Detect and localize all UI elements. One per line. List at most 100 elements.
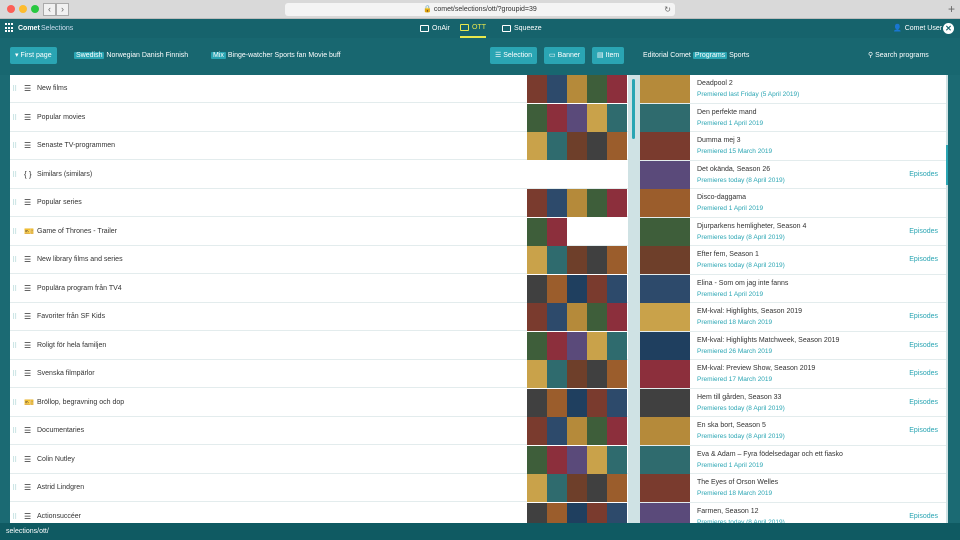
program-row[interactable]: En ska bort, Season 5 Premieres today (8 … [640, 417, 946, 446]
filter-comet[interactable]: Comet [670, 52, 691, 59]
tab-onair[interactable]: OnAir [420, 19, 450, 38]
filter-programs[interactable]: Programs [692, 52, 728, 59]
item-button[interactable]: ▤ Item [592, 47, 625, 64]
lang-finnish[interactable]: Finnish [166, 52, 189, 59]
minimize-window-button[interactable] [19, 5, 27, 13]
episodes-link[interactable]: Episodes [909, 513, 938, 520]
drag-handle-icon[interactable]: ⠿ [12, 114, 17, 122]
forward-icon[interactable]: › [56, 3, 69, 16]
drag-handle-icon[interactable]: ⠿ [12, 199, 17, 207]
program-row[interactable]: Det okända, Season 26 Premieres today (8 … [640, 160, 946, 189]
episodes-link[interactable]: Episodes [909, 313, 938, 320]
drag-handle-icon[interactable]: ⠿ [12, 484, 17, 492]
program-row[interactable]: Hem till gården, Season 33 Premieres toda… [640, 388, 946, 417]
selection-row[interactable]: ⠿ ☰ Astrid Lindgren [10, 474, 628, 502]
lang-danish[interactable]: Danish [142, 52, 164, 59]
episodes-link[interactable]: Episodes [909, 427, 938, 434]
program-row[interactable]: Efter fem, Season 1 Premieres today (8 Ap… [640, 246, 946, 275]
search-programs[interactable]: ⚲ Search programs [868, 47, 929, 64]
episodes-link[interactable]: Episodes [909, 399, 938, 406]
program-date: Premiered 18 March 2019 [697, 319, 773, 326]
drag-handle-icon[interactable]: ⠿ [12, 456, 17, 464]
selection-row[interactable]: ⠿ ☰ Popular series [10, 189, 628, 217]
selection-scrollbar[interactable] [628, 75, 640, 525]
selection-row[interactable]: ⠿ ☰ Favoriter från SF Kids [10, 303, 628, 331]
selection-row[interactable]: ⠿ 🎫 Game of Thrones - Trailer [10, 217, 628, 246]
lang-norwegian[interactable]: Norwegian [106, 52, 139, 59]
drag-handle-icon[interactable]: ⠿ [12, 142, 17, 150]
new-tab-icon[interactable]: + [948, 2, 955, 16]
first-page-button[interactable]: ▾ First page [10, 47, 57, 64]
main-content: ⠿ ☰ New films ⠿ ☰ Popular movies ⠿ ☰ Senaste TV-… [10, 75, 948, 525]
program-row[interactable]: EM-kval: Highlights Matchweek, Season 20… [640, 331, 946, 360]
banner-button[interactable]: ▭ Banner [544, 47, 586, 64]
program-row[interactable]: Deadpool 2 Premiered last Friday (5 April… [640, 75, 946, 104]
poster-thumbnail [527, 217, 547, 246]
selection-row[interactable]: ⠿ ☰ New library films and series [10, 246, 628, 274]
selection-row[interactable]: ⠿ 🎫 Bröllop, begravning och dop [10, 388, 628, 417]
episodes-link[interactable]: Episodes [909, 171, 938, 178]
mode-mix[interactable]: Mix [211, 52, 226, 59]
poster-thumbnail [567, 103, 587, 132]
tab-squeeze[interactable]: Squeeze [502, 19, 542, 38]
mode-binge-watcher[interactable]: Binge-watcher [228, 52, 273, 59]
selection-row[interactable]: ⠿ ☰ Documentaries [10, 417, 628, 445]
drag-handle-icon[interactable]: ⠿ [12, 342, 17, 350]
episodes-link[interactable]: Episodes [909, 370, 938, 377]
program-row[interactable]: Djurparkens hemligheter, Season 4 Premier… [640, 217, 946, 246]
selection-row[interactable]: ⠿ ☰ Populära program från TV4 [10, 274, 628, 303]
selection-row[interactable]: ⠿ ☰ New films [10, 75, 628, 103]
program-thumbnail [640, 502, 690, 525]
episodes-link[interactable]: Episodes [909, 342, 938, 349]
poster-thumbnail [607, 445, 627, 474]
reload-icon[interactable]: ↻ [664, 3, 671, 16]
program-scrollbar[interactable] [946, 75, 948, 525]
close-icon[interactable]: ✕ [943, 23, 954, 34]
drag-handle-icon[interactable]: ⠿ [12, 427, 17, 435]
selection-row[interactable]: ⠿ ☰ Senaste TV-programmen [10, 132, 628, 160]
address-bar[interactable]: 🔒 comet/selections/ott/?groupid=39 ↻ [285, 3, 675, 16]
drag-handle-icon[interactable]: ⠿ [12, 256, 17, 264]
program-row[interactable]: Farmen, Season 12 Premieres today (8 Apri… [640, 502, 946, 525]
mode-movie-buff[interactable]: Movie buff [308, 52, 340, 59]
drag-handle-icon[interactable]: ⠿ [12, 228, 17, 236]
program-row[interactable]: Dumma mej 3 Premiered 15 March 2019 [640, 132, 946, 161]
program-row[interactable]: EM-kval: Highlights, Season 2019 Premiere… [640, 303, 946, 332]
close-window-button[interactable] [7, 5, 15, 13]
selection-button[interactable]: ☰ Selection [490, 47, 538, 64]
selection-row[interactable]: ⠿ ☰ Svenska filmpärlor [10, 360, 628, 388]
drag-handle-icon[interactable]: ⠿ [12, 285, 17, 293]
selection-row[interactable]: ⠿ { } Similars (similars) [10, 161, 628, 189]
selection-row[interactable]: ⠿ ☰ Actionsuccéer [10, 502, 628, 525]
program-row[interactable]: Disco-daggama Premiered 1 April 2019 [640, 189, 946, 218]
drag-handle-icon[interactable]: ⠿ [12, 370, 17, 378]
program-date: Premiered 17 March 2019 [697, 376, 773, 383]
filter-sports[interactable]: Sports [729, 52, 749, 59]
drag-handle-icon[interactable]: ⠿ [12, 171, 17, 179]
selection-row[interactable]: ⠿ ☰ Roligt för hela familjen [10, 331, 628, 360]
maximize-window-button[interactable] [31, 5, 39, 13]
poster-thumbnail [607, 189, 627, 217]
program-row[interactable]: The Eyes of Orson Welles Premiered 18 Mar… [640, 474, 946, 503]
drag-handle-icon[interactable]: ⠿ [12, 399, 17, 407]
selection-row[interactable]: ⠿ ☰ Popular movies [10, 103, 628, 132]
episodes-link[interactable]: Episodes [909, 256, 938, 263]
user-menu[interactable]: 👤 Comet User [893, 19, 942, 38]
poster-thumbnail [547, 502, 567, 525]
back-icon[interactable]: ‹ [43, 3, 56, 16]
lang-swedish[interactable]: Swedish [74, 52, 105, 59]
episodes-link[interactable]: Episodes [909, 228, 938, 235]
drag-handle-icon[interactable]: ⠿ [12, 313, 17, 321]
selection-row[interactable]: ⠿ ☰ Colin Nutley [10, 445, 628, 474]
drag-handle-icon[interactable]: ⠿ [12, 85, 17, 93]
filter-editorial[interactable]: Editorial [643, 52, 668, 59]
drag-handle-icon[interactable]: ⠿ [12, 513, 17, 521]
program-row[interactable]: EM-kval: Preview Show, Season 2019 Premie… [640, 360, 946, 389]
program-thumbnail [640, 274, 690, 303]
tab-ott[interactable]: OTT [460, 19, 486, 38]
apps-grid-icon[interactable] [5, 23, 15, 33]
program-row[interactable]: Eva & Adam – Fyra födelsedagar och ett f… [640, 445, 946, 474]
program-row[interactable]: Elina - Som om jag inte fanns Premiered 1… [640, 274, 946, 303]
mode-sports-fan[interactable]: Sports fan [275, 52, 307, 59]
program-row[interactable]: Den perfekte mand Premiered 1 April 2019 [640, 103, 946, 132]
